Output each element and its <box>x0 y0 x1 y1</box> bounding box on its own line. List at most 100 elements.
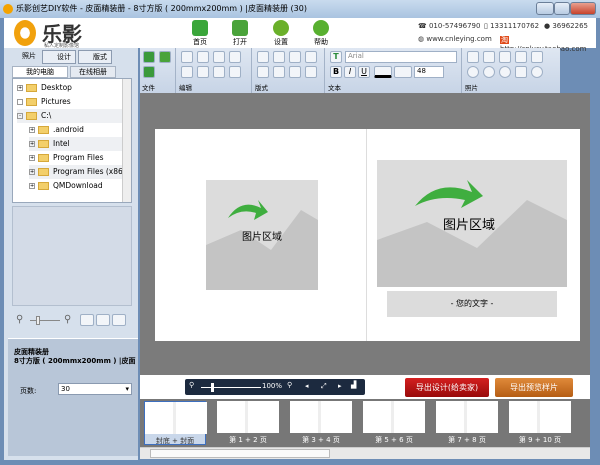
fit-photo-icon[interactable] <box>515 51 527 63</box>
tree-item[interactable]: + Program Files <box>29 151 104 165</box>
undo-icon[interactable] <box>181 51 193 63</box>
tab-layout[interactable]: 版式 <box>78 50 112 64</box>
nav-open[interactable]: 打开 <box>225 20 255 47</box>
folder-tree[interactable]: + Desktop Pictures - C:\ + .android + Intel + Prog… <box>12 78 132 203</box>
rotate-page-icon[interactable]: ▟ <box>351 381 356 389</box>
prev-page-icon[interactable]: ◂ <box>305 382 309 390</box>
rotate-photo-left-icon[interactable] <box>483 66 495 78</box>
next-page-icon[interactable]: ▸ <box>338 382 342 390</box>
bring-front-icon[interactable] <box>257 66 269 78</box>
tab-online-album[interactable]: 在线相册 <box>70 66 116 78</box>
crop-icon[interactable] <box>515 66 527 78</box>
open-folder-icon[interactable] <box>159 51 171 63</box>
close-button[interactable] <box>570 2 596 15</box>
fill-color-button[interactable] <box>394 66 412 78</box>
design-canvas[interactable]: 图片区域 图片区域 - 您的文字 - <box>140 93 590 375</box>
rotate-left-icon[interactable] <box>289 51 301 63</box>
photo-placeholder[interactable]: 图片区域 <box>377 160 567 287</box>
expand-toggle[interactable]: + <box>29 141 35 147</box>
font-color-button[interactable] <box>374 66 392 78</box>
zoom-out-icon[interactable]: ⚲ <box>189 381 194 389</box>
filter-icon[interactable] <box>467 66 479 78</box>
text-box[interactable]: - 您的文字 - <box>387 291 557 317</box>
page-thumbnail[interactable]: 第 9 + 10 页 <box>509 401 571 445</box>
italic-button[interactable]: I <box>344 66 356 78</box>
page-thumbnail[interactable]: 第 7 + 8 页 <box>436 401 498 445</box>
photo-placeholder[interactable]: 图片区域 <box>206 180 318 290</box>
font-size-select[interactable]: 48 <box>414 66 444 78</box>
nav-help[interactable]: 帮助 <box>306 20 336 47</box>
bold-button[interactable]: B <box>330 66 342 78</box>
save-as-icon[interactable] <box>143 66 155 78</box>
right-page[interactable]: 图片区域 - 您的文字 - <box>367 129 580 341</box>
view-mode-1-button[interactable] <box>80 314 94 326</box>
zoom-in-photo-icon[interactable] <box>483 51 495 63</box>
logo-icon <box>14 20 36 46</box>
cut-icon[interactable] <box>213 66 225 78</box>
zoom-in-icon[interactable]: ⚲ <box>64 314 71 325</box>
tab-design[interactable]: 设计 <box>42 50 76 64</box>
pages-select[interactable]: 30 ▾ <box>58 383 132 395</box>
delete-icon[interactable] <box>229 66 241 78</box>
tree-item[interactable]: + Intel <box>29 137 127 151</box>
website-link[interactable]: ◍ www.cnleying.com <box>418 35 492 43</box>
thumb-size-slider[interactable] <box>30 316 60 325</box>
expand-toggle[interactable]: + <box>29 169 35 175</box>
phone-photo-icon[interactable] <box>531 51 543 63</box>
remove-layout-icon[interactable] <box>257 51 269 63</box>
expand-toggle[interactable]: - <box>17 113 23 119</box>
export-design-button[interactable]: 导出设计(给卖家) <box>405 378 489 397</box>
scroll-thumb[interactable] <box>150 449 330 458</box>
tree-item[interactable]: - C:\ <box>17 109 127 123</box>
view-mode-2-button[interactable] <box>96 314 110 326</box>
tree-item[interactable]: + .android <box>29 123 84 137</box>
underline-button[interactable]: U <box>358 66 370 78</box>
save-icon[interactable] <box>143 51 155 63</box>
paste-icon[interactable] <box>181 66 193 78</box>
tree-item[interactable]: + Program Files (x86) <box>29 165 127 179</box>
copy-icon[interactable] <box>197 66 209 78</box>
globe-icon[interactable] <box>229 51 241 63</box>
tab-my-computer[interactable]: 我的电脑 <box>12 66 68 78</box>
expand-toggle[interactable] <box>17 99 23 105</box>
redo-icon[interactable] <box>197 51 209 63</box>
left-page[interactable]: 图片区域 <box>155 129 367 341</box>
circle-icon[interactable] <box>531 66 543 78</box>
expand-toggle[interactable]: + <box>29 183 35 189</box>
send-back-icon[interactable] <box>273 66 285 78</box>
grid-icon[interactable] <box>213 51 225 63</box>
pages-label: 页数: <box>20 387 37 395</box>
thumbnail-scrollbar[interactable] <box>140 447 590 459</box>
tab-photos[interactable]: 照片 <box>8 50 42 64</box>
distribute-icon[interactable] <box>305 66 317 78</box>
zoom-out-icon[interactable]: ⚲ <box>16 314 23 325</box>
page-thumbnail[interactable]: 第 5 + 6 页 <box>363 401 425 445</box>
zoom-out-photo-icon[interactable] <box>499 51 511 63</box>
export-preview-button[interactable]: 导出预览样片 <box>495 378 573 397</box>
nav-settings[interactable]: 设置 <box>266 20 296 47</box>
apply-layout-icon[interactable] <box>273 51 285 63</box>
rotate-right-icon[interactable] <box>305 51 317 63</box>
maximize-button[interactable] <box>554 2 570 15</box>
minimize-button[interactable] <box>536 2 554 15</box>
tree-scrollbar[interactable] <box>122 79 131 202</box>
rotate-photo-right-icon[interactable] <box>499 66 511 78</box>
tree-item[interactable]: Pictures <box>17 95 71 109</box>
zoom-in-icon[interactable]: ⚲ <box>287 381 292 389</box>
fullscreen-icon[interactable]: ⤢ <box>321 382 327 391</box>
nav-home[interactable]: 首页 <box>185 20 215 47</box>
align-icon[interactable] <box>289 66 301 78</box>
page-thumbnail[interactable]: 第 3 + 4 页 <box>290 401 352 445</box>
add-photo-icon[interactable] <box>467 51 479 63</box>
expand-toggle[interactable]: + <box>17 85 23 91</box>
expand-toggle[interactable]: + <box>29 127 35 133</box>
view-mode-3-button[interactable] <box>112 314 126 326</box>
tree-item[interactable]: + Desktop <box>17 81 72 95</box>
tree-item[interactable]: + QMDownload <box>29 179 103 193</box>
page-thumbnail[interactable]: 第 1 + 2 页 <box>217 401 279 445</box>
add-text-icon[interactable]: T <box>330 51 342 63</box>
zoom-slider[interactable] <box>201 383 261 392</box>
page-thumbnail[interactable]: 封底 + 封面 <box>144 401 207 445</box>
expand-toggle[interactable]: + <box>29 155 35 161</box>
font-select[interactable]: Arial <box>345 51 457 63</box>
